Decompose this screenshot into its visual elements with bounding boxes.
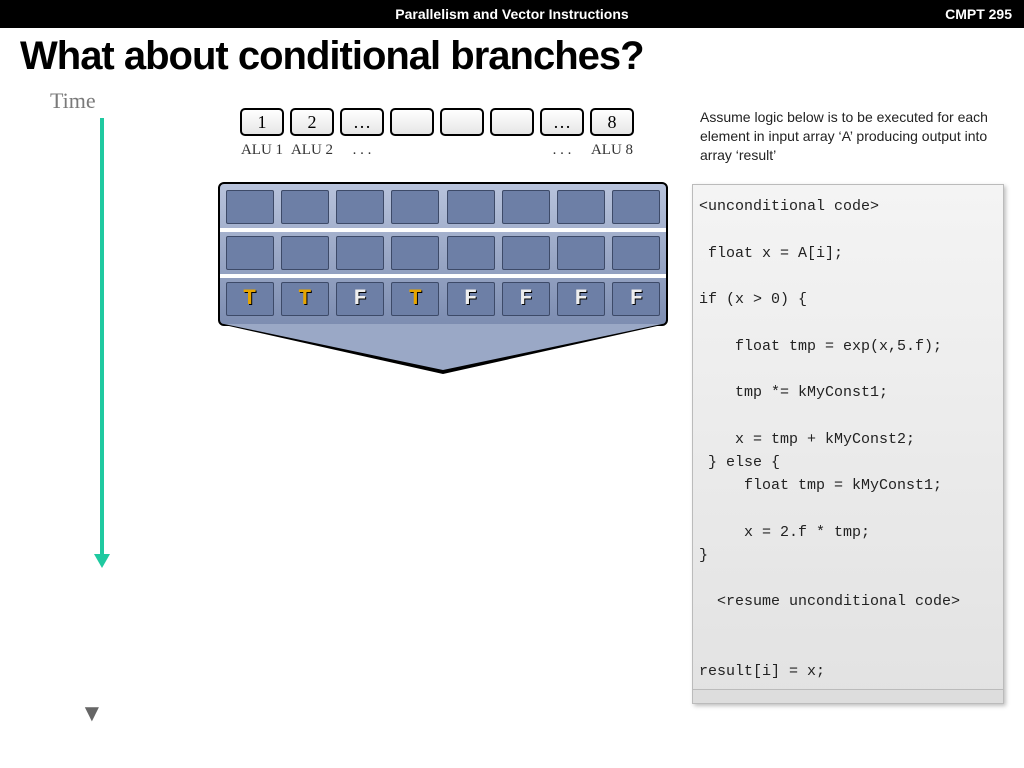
code-line: <resume unconditional code> <box>699 590 997 613</box>
alu-label: ALU 8 <box>590 142 634 159</box>
alu-label <box>390 142 434 159</box>
pipeline-cell <box>336 236 384 270</box>
alu-label: ALU 2 <box>290 142 334 159</box>
pipeline-cell <box>557 236 605 270</box>
funnel-icon <box>220 324 666 374</box>
alu-box <box>390 108 434 136</box>
code-line: float x = A[i]; <box>699 242 997 265</box>
alu-label <box>440 142 484 159</box>
code-box: <unconditional code> float x = A[i]; if … <box>692 184 1004 704</box>
code-line: x = 2.f * tmp; <box>699 521 997 544</box>
alu-label <box>490 142 534 159</box>
header-bar: Parallelism and Vector Instructions CMPT… <box>0 0 1024 28</box>
scrollbar-hint[interactable] <box>693 689 1003 703</box>
alu-box: … <box>540 108 584 136</box>
alu-label: . . . <box>340 142 384 159</box>
pipeline-cell <box>612 190 660 224</box>
alu-box: 8 <box>590 108 634 136</box>
code-line: } else { <box>699 451 997 474</box>
pipeline-cell <box>281 190 329 224</box>
pipeline-cell <box>447 190 495 224</box>
code-line: <unconditional code> <box>699 195 997 218</box>
mask-cell: F <box>502 282 550 316</box>
mask-cell: T <box>391 282 439 316</box>
code-line: if (x > 0) { <box>699 288 997 311</box>
alu-box: 1 <box>240 108 284 136</box>
pipeline-cell <box>226 190 274 224</box>
alu-label: . . . <box>540 142 584 159</box>
code-line: x = tmp + kMyConst2; <box>699 428 997 451</box>
alu-box <box>490 108 534 136</box>
alu-box <box>440 108 484 136</box>
mask-cell: T <box>226 282 274 316</box>
pipeline-cell <box>612 236 660 270</box>
code-line: tmp *= kMyConst1; <box>699 381 997 404</box>
alu-box-row: 1 2 … … 8 <box>240 108 634 136</box>
pipeline-cell <box>391 236 439 270</box>
alu-label: ALU 1 <box>240 142 284 159</box>
code-line: float tmp = exp(x,5.f); <box>699 335 997 358</box>
pipeline-cell <box>226 236 274 270</box>
mask-cell: F <box>447 282 495 316</box>
mask-cell: F <box>336 282 384 316</box>
mask-cell: F <box>612 282 660 316</box>
pipeline-cell <box>336 190 384 224</box>
description-text: Assume logic below is to be executed for… <box>700 108 1000 165</box>
mask-cell: T <box>281 282 329 316</box>
alu-label-row: ALU 1 ALU 2 . . . . . . ALU 8 <box>240 142 634 159</box>
header-right: CMPT 295 <box>945 6 1012 22</box>
pipeline-cell <box>502 190 550 224</box>
pipeline-cell <box>447 236 495 270</box>
code-line: float tmp = kMyConst1; <box>699 474 997 497</box>
pipeline-cell <box>281 236 329 270</box>
pipeline-cell <box>502 236 550 270</box>
tf-row: T T F T F F F F <box>224 282 662 316</box>
pipeline-cell <box>391 190 439 224</box>
time-label: Time <box>50 88 96 114</box>
code-line: result[i] = x; <box>699 660 997 683</box>
page-title: What about conditional branches? <box>0 28 1024 79</box>
pipeline-diagram: T T F T F F F F <box>218 182 668 376</box>
header-center: Parallelism and Vector Instructions <box>395 6 628 22</box>
time-arrow-icon <box>92 118 112 568</box>
alu-box: … <box>340 108 384 136</box>
alu-box: 2 <box>290 108 334 136</box>
mask-cell: F <box>557 282 605 316</box>
code-line: } <box>699 544 997 567</box>
nav-down-icon[interactable]: ▼ <box>80 700 104 728</box>
pipeline-cell <box>557 190 605 224</box>
